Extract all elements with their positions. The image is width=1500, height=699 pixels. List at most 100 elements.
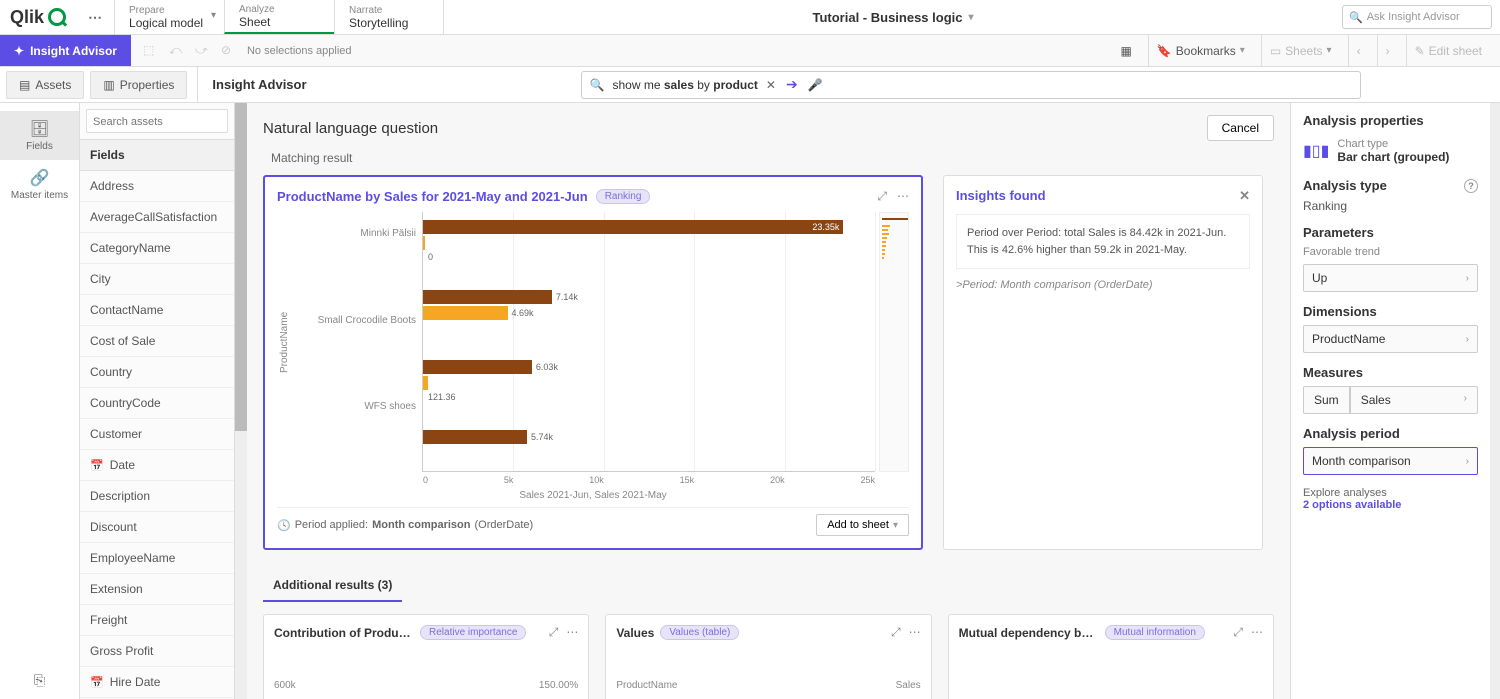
chart-plot: ProductName Minnki PälsiiSmall Crocodile… — [277, 212, 909, 472]
field-item[interactable]: CountryCode — [80, 388, 234, 419]
next-sheet-button[interactable]: › — [1377, 35, 1398, 66]
bookmarks-button[interactable]: 🔖 Bookmarks ▾ — [1148, 35, 1253, 66]
bar-value-label: 23.35k — [812, 222, 839, 232]
header-more-icon[interactable]: ⋯ — [76, 9, 114, 26]
field-item[interactable]: AverageCallSatisfaction — [80, 202, 234, 233]
explore-options-link[interactable]: 2 options available — [1303, 499, 1478, 511]
field-item[interactable]: ContactName — [80, 295, 234, 326]
dimensions-heading: Dimensions — [1303, 304, 1478, 319]
expand-icon[interactable]: ⤢ — [891, 625, 901, 640]
more-icon[interactable]: ⋯ — [909, 625, 921, 640]
fields-search[interactable] — [86, 109, 228, 133]
additional-results-row: Contribution of Product...Relative impor… — [263, 614, 1274, 699]
expand-icon[interactable]: ⤢ — [877, 189, 887, 204]
field-item[interactable]: 📅Hire Date — [80, 667, 234, 698]
app-title[interactable]: Tutorial - Business logic ▾ — [444, 10, 1342, 25]
field-name: AverageCallSatisfaction — [90, 210, 217, 224]
field-item[interactable]: Cost of Sale — [80, 326, 234, 357]
field-item[interactable]: Gross Profit — [80, 636, 234, 667]
field-item[interactable]: Address — [80, 171, 234, 202]
expand-icon[interactable]: ⤢ — [1233, 625, 1243, 640]
field-name: EmployeeName — [90, 551, 175, 565]
clear-selections-icon[interactable]: ⊘ — [221, 43, 237, 59]
field-item[interactable]: Country — [80, 357, 234, 388]
field-name: City — [90, 272, 111, 286]
microphone-icon[interactable]: 🎤 — [808, 78, 823, 92]
chevron-right-icon: › — [1464, 393, 1467, 407]
nav-tabs: Prepare Logical model ▾ Analyze Sheet Na… — [114, 0, 444, 34]
favorable-trend-selector[interactable]: Up › — [1303, 264, 1478, 292]
step-forward-icon[interactable]: ⤻ — [195, 43, 211, 59]
clock-icon: 🕓 — [277, 519, 291, 532]
analysis-period-selector[interactable]: Month comparison › — [1303, 447, 1478, 475]
additional-result-card[interactable]: Contribution of Product...Relative impor… — [263, 614, 589, 699]
insight-advisor-button[interactable]: ✦ Insight Advisor — [0, 35, 131, 66]
additional-result-card[interactable]: ValuesValues (table)⤢⋯ProductNameSales — [605, 614, 931, 699]
qlik-logo[interactable]: Qlik — [0, 7, 76, 28]
insight-search-box[interactable]: 🔍 show me sales by product ✕ ➔ 🎤 — [581, 71, 1361, 99]
help-icon[interactable]: ? — [1464, 179, 1478, 193]
fields-search-input[interactable] — [93, 116, 221, 128]
conversational-icon[interactable]: ▦ — [1112, 35, 1139, 66]
step-back-icon[interactable]: ⤺ — [169, 43, 185, 59]
period-label: Period applied: — [295, 519, 368, 531]
additional-result-card[interactable]: Mutual dependency bet...Mutual informati… — [948, 614, 1274, 699]
chart-minimap[interactable] — [879, 212, 909, 472]
field-name: Description — [90, 489, 150, 503]
sheets-button[interactable]: ▭ Sheets ▾ — [1261, 35, 1340, 66]
close-icon[interactable]: ✕ — [1239, 188, 1250, 204]
edit-sheet-label: Edit sheet — [1429, 44, 1482, 58]
fields-scrollbar[interactable] — [235, 103, 247, 699]
field-item[interactable]: City — [80, 264, 234, 295]
mini-footer-right: 150.00% — [539, 680, 578, 691]
submit-arrow-icon[interactable]: ➔ — [786, 76, 798, 93]
field-item[interactable]: EmployeeName — [80, 543, 234, 574]
field-item[interactable]: Description — [80, 481, 234, 512]
field-item[interactable]: Extension — [80, 574, 234, 605]
search-icon: 🔍 — [590, 78, 605, 92]
rail-fields[interactable]: 🗄 Fields — [0, 111, 79, 160]
fields-list[interactable]: Address AverageCallSatisfaction CategoryNa… — [80, 171, 234, 699]
more-icon[interactable]: ⋯ — [897, 189, 909, 204]
edit-sheet-button[interactable]: ✎ Edit sheet — [1406, 35, 1490, 66]
analysis-period-value: Month comparison — [1312, 454, 1411, 468]
x-tick: 20k — [770, 475, 785, 485]
props-scrollbar[interactable] — [1490, 103, 1500, 699]
field-item[interactable]: Customer — [80, 419, 234, 450]
field-item[interactable]: CategoryName — [80, 233, 234, 264]
properties-button[interactable]: ▥ Properties — [90, 71, 187, 99]
rail-collapse-icon[interactable]: ⎘ — [34, 672, 45, 689]
mini-footer-left: ProductName — [616, 680, 677, 691]
cancel-button[interactable]: Cancel — [1207, 115, 1274, 141]
more-icon[interactable]: ⋯ — [566, 625, 578, 640]
search-input[interactable]: show me sales by product — [613, 78, 758, 92]
rail-master-items[interactable]: 🔗 Master items — [0, 160, 79, 209]
smart-search-icon[interactable]: ⬚ — [143, 43, 159, 59]
main-chart-card[interactable]: ProductName by Sales for 2021-May and 20… — [263, 175, 923, 550]
selections-toolbar: ✦ Insight Advisor ⬚ ⤺ ⤻ ⊘ No selections … — [0, 35, 1500, 67]
global-search[interactable]: 🔍 Ask Insight Advisor — [1342, 5, 1492, 29]
field-name: Address — [90, 179, 134, 193]
rail-label: Fields — [26, 141, 53, 152]
assets-button[interactable]: ▤ Assets — [6, 71, 84, 99]
measure-selector[interactable]: Sum Sales › — [1303, 386, 1478, 414]
nav-tab-prepare[interactable]: Prepare Logical model ▾ — [114, 0, 224, 34]
add-to-sheet-button[interactable]: Add to sheet ▾ — [816, 514, 909, 536]
more-icon[interactable]: ⋯ — [1251, 625, 1263, 640]
y-category-label: Minnki Pälsii — [292, 212, 416, 255]
y-category-label: WFS shoes — [292, 385, 416, 428]
rail-label: Master items — [11, 190, 68, 201]
additional-results-tab[interactable]: Additional results (3) — [263, 570, 402, 602]
field-item[interactable]: Discount — [80, 512, 234, 543]
field-item[interactable]: Freight — [80, 605, 234, 636]
prev-sheet-button[interactable]: ‹ — [1348, 35, 1369, 66]
nav-tab-narrate[interactable]: Narrate Storytelling — [334, 0, 444, 34]
x-tick: 10k — [589, 475, 604, 485]
field-item[interactable]: 📅Date — [80, 450, 234, 481]
nav-tab-analyze[interactable]: Analyze Sheet — [224, 0, 334, 34]
expand-icon[interactable]: ⤢ — [549, 625, 559, 640]
clear-icon[interactable]: ✕ — [766, 78, 776, 92]
measure-agg[interactable]: Sum — [1303, 386, 1350, 414]
panel-icon: ▤ — [19, 78, 30, 92]
dimension-selector[interactable]: ProductName › — [1303, 325, 1478, 353]
